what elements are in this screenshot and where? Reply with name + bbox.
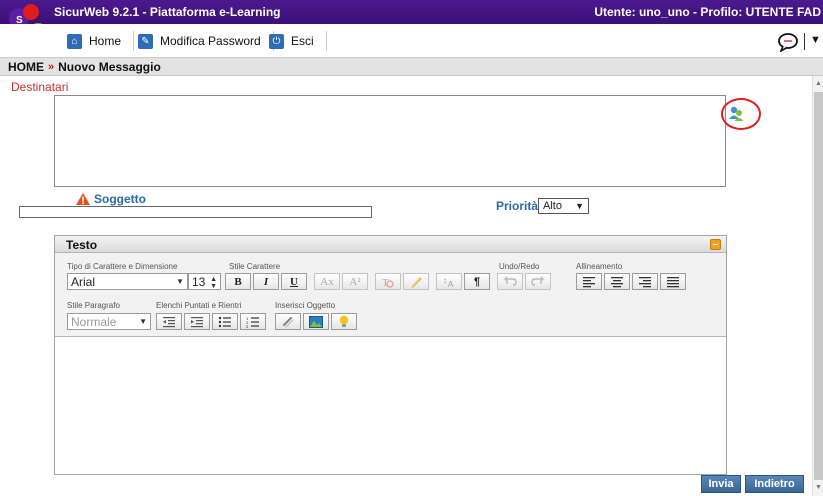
outdent-icon <box>163 316 175 327</box>
menu-item-change-password-label: Modifica Password <box>160 34 261 48</box>
align-justify-button[interactable] <box>660 273 686 290</box>
scroll-up-arrow[interactable]: ▲ <box>815 80 822 87</box>
editor-header: Testo <box>55 236 726 253</box>
undo-button[interactable] <box>497 273 523 290</box>
send-button[interactable]: Invia <box>701 475 741 493</box>
menu-item-logout[interactable]: ⏻ Esci <box>269 31 327 51</box>
undo-icon <box>504 276 517 286</box>
clear-format-button[interactable]: T <box>375 273 401 290</box>
page-scrollbar[interactable]: ▲ ▼ <box>812 76 823 496</box>
indent-button[interactable] <box>184 313 210 330</box>
align-right-icon <box>639 276 651 287</box>
chevron-down-icon: ▼ <box>139 317 147 326</box>
group-label-insert: Inserisci Oggetto <box>275 301 336 310</box>
breadcrumb-home[interactable]: HOME <box>8 60 44 74</box>
warning-icon <box>76 193 90 205</box>
chevron-down-icon: ▼ <box>575 201 584 211</box>
bullet-list-button[interactable] <box>212 313 238 330</box>
group-label-undo: Undo/Redo <box>499 262 540 271</box>
underline-button[interactable]: U <box>281 273 307 290</box>
subject-label: Soggetto <box>94 192 146 206</box>
paragraph-style-select[interactable]: Normale ▼ <box>67 313 151 330</box>
chat-bubble-icon[interactable] <box>777 32 799 52</box>
redo-button[interactable] <box>525 273 551 290</box>
align-left-icon <box>583 276 595 287</box>
svg-text:↕: ↕ <box>443 276 447 285</box>
superscript-button[interactable]: A² <box>342 273 368 290</box>
subject-input[interactable] <box>19 206 372 218</box>
bold-button[interactable]: B <box>225 273 251 290</box>
group-label-lists: Elenchi Puntati e Rientri <box>156 301 242 310</box>
group-label-style: Stile Carattere <box>229 262 281 271</box>
message-body-input[interactable] <box>55 337 726 474</box>
text-editor: Testo Tipo di Carattere e Dimensione Sti… <box>54 235 727 475</box>
editor-title: Testo <box>66 238 98 252</box>
recipients-label: Destinatari <box>11 80 69 94</box>
group-label-align: Allineamento <box>576 262 623 271</box>
font-size-icon: ↕ A <box>443 276 454 288</box>
menu-item-home-label: Home <box>89 34 122 48</box>
insert-image-button[interactable] <box>303 313 329 330</box>
font-size-value: 13 <box>192 274 206 289</box>
outdent-button[interactable] <box>156 313 182 330</box>
svg-text:A: A <box>448 280 454 288</box>
paragraph-style-value: Normale <box>71 314 117 329</box>
link-icon <box>282 316 294 328</box>
redo-icon <box>531 276 544 286</box>
priority-select-value: Alto <box>543 200 562 212</box>
indent-icon <box>191 316 203 327</box>
font-size-change-button[interactable]: ↕ A <box>436 273 462 290</box>
group-label-paragraph: Stile Paragrafo <box>67 301 120 310</box>
priority-select[interactable]: Alto ▼ <box>538 198 589 214</box>
highlight-annotation <box>721 98 761 130</box>
menu-item-home[interactable]: ⌂ Home <box>67 31 135 51</box>
menu-item-change-password[interactable]: ✎ Modifica Password <box>138 31 274 51</box>
power-icon: ⏻ <box>269 33 284 49</box>
priority-label: Priorità <box>496 199 539 213</box>
group-label-font: Tipo di Carattere e Dimensione <box>67 262 178 271</box>
user-profile-info: Utente: uno_uno - Profilo: UTENTE FAD <box>594 5 821 19</box>
italic-button[interactable]: I <box>253 273 279 290</box>
font-family-value: Arial <box>71 274 96 289</box>
insert-link-button[interactable] <box>275 313 301 330</box>
scroll-thumb[interactable] <box>814 92 823 480</box>
app-title: SicurWeb 9.2.1 - Piattaforma e-Learning <box>54 5 281 19</box>
breadcrumb-current: Nuovo Messaggio <box>58 59 161 74</box>
align-center-button[interactable] <box>604 273 630 290</box>
breadcrumb-separator: » <box>48 60 55 73</box>
eraser-icon: T <box>382 277 394 288</box>
align-center-icon <box>611 276 623 287</box>
title-bar: SicurWeb 9.2.1 - Piattaforma e-Learning … <box>0 0 823 24</box>
highlight-color-button[interactable] <box>403 273 429 290</box>
subscript-button[interactable]: Ax <box>314 273 340 290</box>
menu-item-logout-label: Esci <box>291 34 314 48</box>
menu-dropdown-toggle[interactable]: ▼ <box>810 34 821 46</box>
scroll-down-arrow[interactable]: ▼ <box>815 484 822 491</box>
editor-toolbar: Tipo di Carattere e Dimensione Stile Car… <box>55 253 726 337</box>
bullet-list-icon <box>218 316 231 327</box>
numbered-list-icon: 1 2 3 <box>246 316 259 328</box>
collapse-icon[interactable] <box>710 239 721 250</box>
recipients-input[interactable] <box>54 95 726 187</box>
back-button[interactable]: Indietro <box>745 475 804 493</box>
menu-divider <box>804 33 805 50</box>
marker-icon <box>411 277 422 288</box>
wrench-icon: ✎ <box>138 33 153 49</box>
font-size-stepper[interactable]: 13 ▲ ▼ <box>188 273 221 290</box>
align-justify-icon <box>667 276 679 287</box>
font-family-select[interactable]: Arial ▼ <box>67 273 188 290</box>
breadcrumb: HOME » Nuovo Messaggio <box>0 58 823 76</box>
align-left-button[interactable] <box>576 273 602 290</box>
svg-text:3: 3 <box>246 324 249 328</box>
lightbulb-icon <box>339 315 349 327</box>
insert-tip-button[interactable] <box>331 313 357 330</box>
image-icon <box>309 315 323 328</box>
home-icon: ⌂ <box>67 33 82 49</box>
align-right-button[interactable] <box>632 273 658 290</box>
numbered-list-button[interactable]: 1 2 3 <box>240 313 266 330</box>
stepper-arrows-icon: ▲ ▼ <box>210 276 217 290</box>
chevron-down-icon: ▼ <box>176 277 184 286</box>
menu-bar: ⌂ Home ✎ Modifica Password ⏻ Esci ▼ <box>0 24 823 58</box>
show-paragraph-button[interactable]: ¶ <box>464 273 490 290</box>
